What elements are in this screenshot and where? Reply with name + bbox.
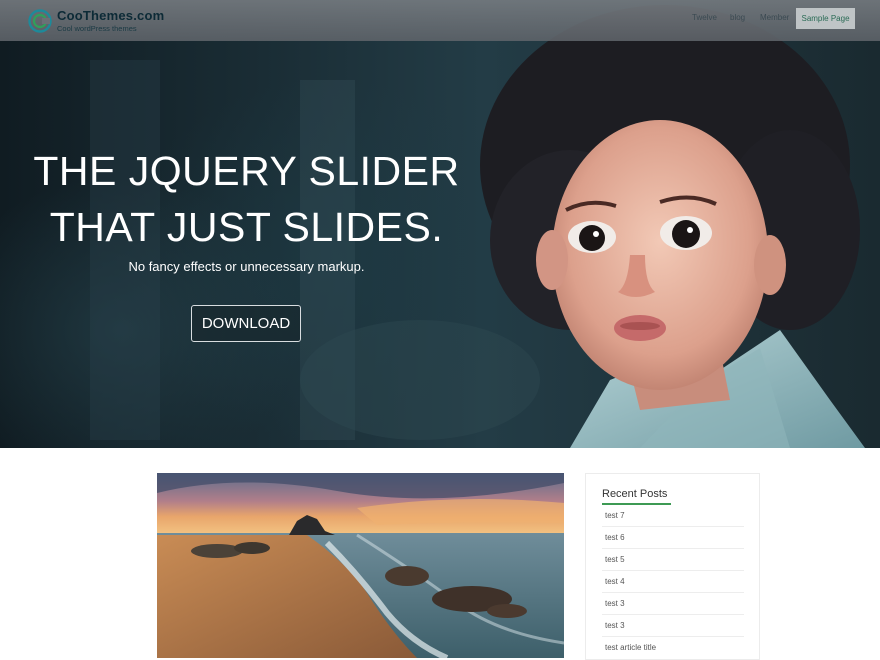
nav-item-twelve[interactable]: Twelve (692, 13, 717, 22)
hero-title: THE JQUERY SLIDER THAT JUST SLIDES. (0, 143, 493, 255)
hero-title-line-2: THAT JUST SLIDES. (49, 204, 444, 250)
brand-title[interactable]: CooThemes.com (57, 8, 164, 23)
recent-post-link[interactable]: test 3 (602, 615, 744, 637)
top-navbar: CooThemes.com Cool wordPress themes Twel… (0, 0, 880, 41)
post-featured-image[interactable] (157, 473, 564, 658)
recent-post-link[interactable]: test 4 (602, 571, 744, 593)
recent-post-link[interactable]: test article title (602, 637, 744, 659)
nav-item-member[interactable]: Member (760, 13, 789, 22)
recent-post-link[interactable]: test 3 (602, 593, 744, 615)
download-button[interactable]: DOWNLOAD (191, 305, 301, 342)
brand-logo-icon[interactable] (28, 9, 52, 33)
beach-sunset-image (157, 473, 564, 658)
hero-title-line-1: THE JQUERY SLIDER (33, 148, 460, 194)
recent-posts-list: test 7 test 6 test 5 test 4 test 3 test … (602, 505, 744, 659)
hero-subtitle: No fancy effects or unnecessary markup. (128, 259, 365, 274)
brand-tagline: Cool wordPress themes (57, 24, 137, 33)
recent-posts-widget: Recent Posts test 7 test 6 test 5 test 4… (585, 473, 760, 660)
nav-item-blog[interactable]: blog (730, 13, 745, 22)
widget-title: Recent Posts (602, 488, 668, 500)
recent-post-link[interactable]: test 6 (602, 527, 744, 549)
nav-item-sample-page[interactable]: Sample Page (796, 8, 855, 29)
recent-post-link[interactable]: test 5 (602, 549, 744, 571)
hero-slider[interactable]: CooThemes.com Cool wordPress themes Twel… (0, 0, 880, 448)
recent-post-link[interactable]: test 7 (602, 505, 744, 527)
